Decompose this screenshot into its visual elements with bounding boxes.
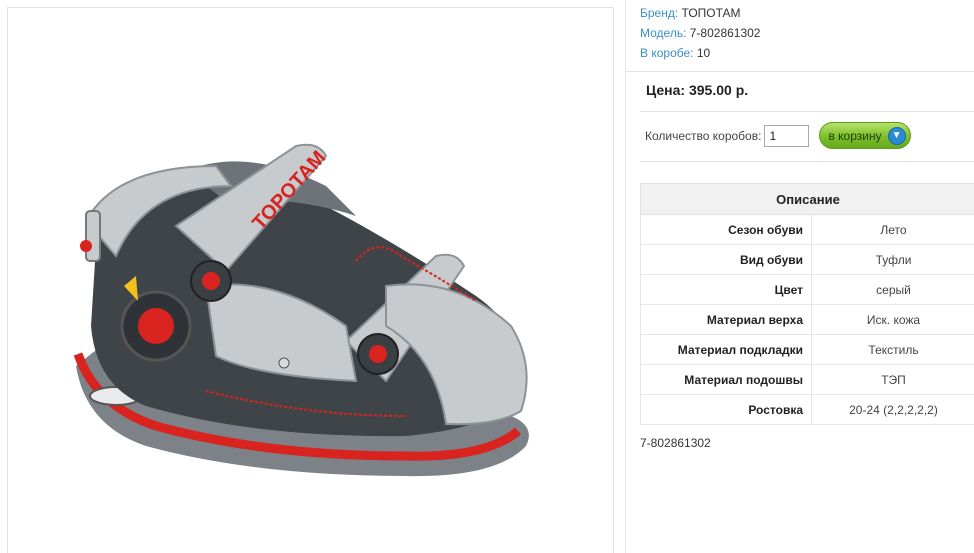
sport-badge-1-center (202, 272, 220, 290)
add-to-cart-row: Количество коробов: в корзину ▼ (645, 122, 912, 149)
divider-top (626, 71, 974, 72)
add-to-cart-button[interactable]: в корзину ▼ (819, 122, 912, 149)
product-meta: Бренд: ТОПОТАМ Модель: 7-802861302 В кор… (640, 3, 760, 63)
spec-key: Ростовка (640, 394, 812, 425)
meta-brand-key[interactable]: Бренд: (640, 6, 678, 20)
table-row: Материал верха Иск. кожа (640, 304, 974, 335)
spec-value: Текстиль (811, 334, 974, 365)
table-row: Ростовка 20-24 (2,2,2,2,2) (640, 394, 974, 425)
spec-key: Материал подошвы (640, 364, 812, 395)
meta-brand-row: Бренд: ТОПОТАМ (640, 3, 760, 23)
column-divider (625, 0, 626, 553)
description-title: Описание (640, 183, 974, 215)
sport-badge-2-center (369, 345, 387, 363)
heel-buckle (85, 210, 101, 262)
spec-value: Лето (811, 214, 974, 245)
table-row: Сезон обуви Лето (640, 214, 974, 245)
product-image[interactable]: TOPOTAM (56, 126, 566, 506)
qty-input[interactable] (764, 124, 810, 147)
spec-key: Материал подкладки (640, 334, 812, 365)
spec-value: ТЭП (811, 364, 974, 395)
meta-model-value: 7-802861302 (689, 26, 761, 40)
table-row: Материал подкладки Текстиль (640, 334, 974, 365)
meta-box-row: В коробе: 10 (640, 43, 760, 63)
side-emblem-center (138, 308, 174, 344)
meta-box-key[interactable]: В коробе: (640, 46, 694, 60)
meta-box-value: 10 (696, 46, 711, 60)
spec-key: Сезон обуви (640, 214, 812, 245)
description-table: Описание Сезон обуви Лето Вид обуви Туфли … (640, 183, 974, 425)
spec-value: серый (811, 274, 974, 305)
product-sku: 7-802861302 (640, 436, 711, 450)
spec-value: 20-24 (2,2,2,2,2) (811, 394, 974, 425)
spec-key: Цвет (640, 274, 812, 305)
table-row: Цвет серый (640, 274, 974, 305)
down-arrow-icon: ▼ (887, 126, 906, 145)
spec-value: Иск. кожа (811, 304, 974, 335)
heel-red-dot (80, 240, 92, 252)
rivet (278, 357, 290, 369)
spec-value: Туфли (811, 244, 974, 275)
spec-key: Вид обуви (640, 244, 812, 275)
qty-label: Количество коробов: (645, 128, 762, 143)
add-to-cart-label: в корзину (828, 128, 882, 143)
meta-model-row: Модель: 7-802861302 (640, 23, 760, 43)
product-image-frame[interactable]: TOPOTAM (7, 7, 614, 553)
product-price: Цена: 395.00 р. (646, 82, 749, 98)
meta-brand-value: ТОПОТАМ (681, 6, 741, 20)
spec-key: Материал верха (640, 304, 812, 335)
divider-price (640, 111, 974, 112)
meta-model-key[interactable]: Модель: (640, 26, 686, 40)
table-row: Вид обуви Туфли (640, 244, 974, 275)
table-row: Материал подошвы ТЭП (640, 364, 974, 395)
divider-cart (640, 161, 974, 162)
